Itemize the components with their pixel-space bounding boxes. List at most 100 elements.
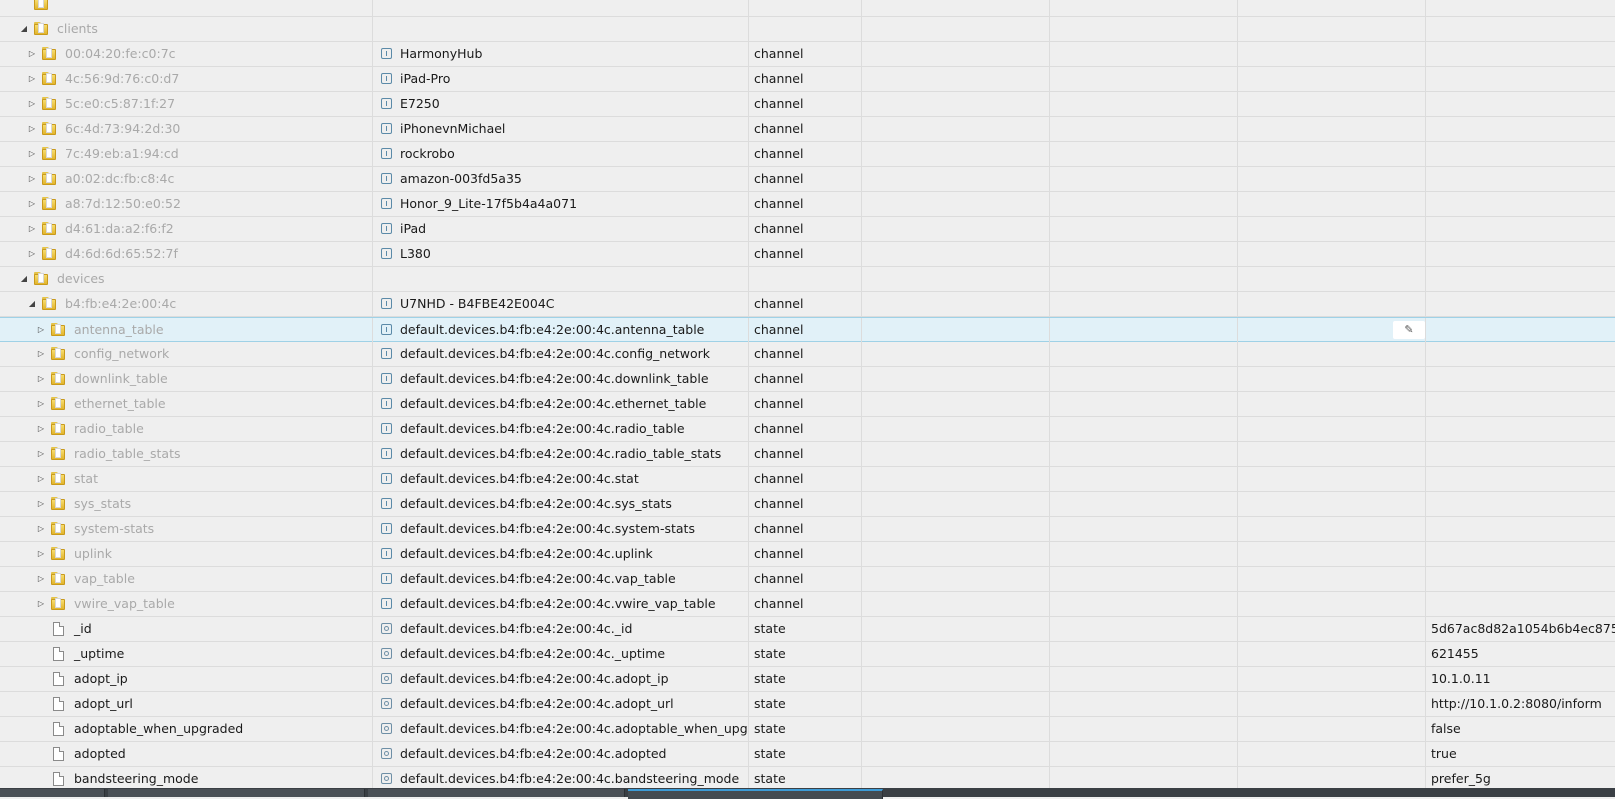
id-cell[interactable]: Honor_9_Lite-17f5b4a4a071	[373, 192, 749, 216]
table-row[interactable]: _id default.devices.b4:fb:e4:2e:00:4c._id…	[0, 617, 1615, 642]
table-row[interactable]: ▷ d4:6d:6d:65:52:7f L380 channel	[0, 242, 1615, 267]
value-cell[interactable]: true	[1426, 742, 1615, 766]
value-cell[interactable]	[1426, 442, 1615, 466]
name-cell[interactable]: ▷ vwire_vap_table	[0, 592, 373, 616]
name-cell[interactable]: ▷ ethernet_table	[0, 392, 373, 416]
value-cell[interactable]	[1426, 192, 1615, 216]
value-cell[interactable]	[1426, 117, 1615, 141]
table-row[interactable]: ▷ vwire_vap_table default.devices.b4:fb:e4…	[0, 592, 1615, 617]
name-cell[interactable]: ▷ stat	[0, 467, 373, 491]
value-cell[interactable]	[1426, 67, 1615, 91]
id-cell[interactable]	[373, 0, 749, 16]
name-cell[interactable]: ◢ b4:fb:e4:2e:00:4c	[0, 292, 373, 316]
value-cell[interactable]: 621455	[1426, 642, 1615, 666]
value-cell[interactable]	[1426, 92, 1615, 116]
table-row[interactable]: ◢ b4:fb:e4:2e:00:4c U7NHD - B4FBE42E004C ch…	[0, 292, 1615, 317]
name-cell[interactable]: adopt_url	[0, 692, 373, 716]
id-cell[interactable]: default.devices.b4:fb:e4:2e:00:4c.adopte…	[373, 742, 749, 766]
id-cell[interactable]: default.devices.b4:fb:e4:2e:00:4c._uptim…	[373, 642, 749, 666]
id-cell[interactable]: amazon-003fd5a35	[373, 167, 749, 191]
table-row[interactable]: ◢ clients	[0, 17, 1615, 42]
table-row[interactable]	[0, 0, 1615, 17]
table-row[interactable]: ▷ a0:02:dc:fb:c8:4c amazon-003fd5a35 channe…	[0, 167, 1615, 192]
name-cell[interactable]: ▷ 6c:4d:73:94:2d:30	[0, 117, 373, 141]
name-cell[interactable]	[0, 0, 373, 16]
expand-toggle-icon[interactable]: ▷	[35, 542, 47, 566]
name-cell[interactable]: ▷ 00:04:20:fe:c0:7c	[0, 42, 373, 66]
id-cell[interactable]: default.devices.b4:fb:e4:2e:00:4c.antenn…	[373, 318, 749, 342]
value-cell[interactable]	[1426, 417, 1615, 441]
value-cell[interactable]	[1426, 267, 1615, 291]
id-cell[interactable]: E7250	[373, 92, 749, 116]
value-cell[interactable]	[1426, 167, 1615, 191]
value-cell[interactable]: 10.1.0.11	[1426, 667, 1615, 691]
name-cell[interactable]: adopted	[0, 742, 373, 766]
id-cell[interactable]: default.devices.b4:fb:e4:2e:00:4c.radio_…	[373, 442, 749, 466]
table-row[interactable]: ▷ antenna_table default.devices.b4:fb:e4:2…	[0, 317, 1615, 342]
table-row[interactable]: ▷ config_network default.devices.b4:fb:e4:…	[0, 342, 1615, 367]
name-cell[interactable]: ▷ 4c:56:9d:76:c0:d7	[0, 67, 373, 91]
value-cell[interactable]: 5d67ac8d82a1054b6b4ec875	[1426, 617, 1615, 641]
bottom-tab[interactable]	[0, 789, 105, 797]
table-row[interactable]: ▷ ethernet_table default.devices.b4:fb:e4:…	[0, 392, 1615, 417]
expand-toggle-icon[interactable]: ▷	[35, 567, 47, 591]
value-cell[interactable]	[1426, 42, 1615, 66]
id-cell[interactable]: iPad	[373, 217, 749, 241]
value-cell[interactable]	[1426, 17, 1615, 41]
table-row[interactable]: ▷ 7c:49:eb:a1:94:cd rockrobo channel	[0, 142, 1615, 167]
expand-toggle-icon[interactable]: ▷	[35, 467, 47, 491]
value-cell[interactable]	[1426, 467, 1615, 491]
name-cell[interactable]: ▷ radio_table_stats	[0, 442, 373, 466]
value-cell[interactable]: false	[1426, 717, 1615, 741]
value-cell[interactable]	[1426, 367, 1615, 391]
expand-toggle-icon[interactable]: ▷	[26, 217, 38, 241]
table-row[interactable]: ▷ downlink_table default.devices.b4:fb:e4:…	[0, 367, 1615, 392]
name-cell[interactable]: adopt_ip	[0, 667, 373, 691]
table-row[interactable]: ▷ 4c:56:9d:76:c0:d7 iPad-Pro channel	[0, 67, 1615, 92]
bottom-tab[interactable]	[108, 789, 365, 797]
expand-toggle-icon[interactable]: ▷	[26, 67, 38, 91]
id-cell[interactable]: default.devices.b4:fb:e4:2e:00:4c.config…	[373, 342, 749, 366]
expand-toggle-icon[interactable]: ▷	[26, 142, 38, 166]
value-cell[interactable]	[1426, 217, 1615, 241]
name-cell[interactable]: ▷ radio_table	[0, 417, 373, 441]
id-cell[interactable]: rockrobo	[373, 142, 749, 166]
table-row[interactable]: ▷ vap_table default.devices.b4:fb:e4:2e:00…	[0, 567, 1615, 592]
expand-toggle-icon[interactable]: ▷	[35, 342, 47, 366]
name-cell[interactable]: ◢ devices	[0, 267, 373, 291]
table-row[interactable]: ▷ uplink default.devices.b4:fb:e4:2e:00:4c…	[0, 542, 1615, 567]
name-cell[interactable]: adoptable_when_upgraded	[0, 717, 373, 741]
table-row[interactable]: ▷ system-stats default.devices.b4:fb:e4:2e…	[0, 517, 1615, 542]
expand-toggle-icon[interactable]: ▷	[35, 492, 47, 516]
expand-toggle-icon[interactable]: ▷	[26, 242, 38, 266]
id-cell[interactable]: default.devices.b4:fb:e4:2e:00:4c.adopt_…	[373, 667, 749, 691]
id-cell[interactable]: default.devices.b4:fb:e4:2e:00:4c.vwire_…	[373, 592, 749, 616]
id-cell[interactable]	[373, 17, 749, 41]
value-cell[interactable]	[1426, 318, 1615, 342]
id-cell[interactable]: default.devices.b4:fb:e4:2e:00:4c.stat	[373, 467, 749, 491]
id-cell[interactable]: iPhonevnMichael	[373, 117, 749, 141]
name-cell[interactable]: _id	[0, 617, 373, 641]
name-cell[interactable]: ▷ a8:7d:12:50:e0:52	[0, 192, 373, 216]
expand-toggle-icon[interactable]: ▷	[35, 417, 47, 441]
name-cell[interactable]: ▷ downlink_table	[0, 367, 373, 391]
value-cell[interactable]	[1426, 517, 1615, 541]
collapse-toggle-icon[interactable]: ◢	[18, 17, 30, 41]
table-row[interactable]: ▷ stat default.devices.b4:fb:e4:2e:00:4c.s…	[0, 467, 1615, 492]
name-cell[interactable]: ▷ antenna_table	[0, 318, 373, 342]
name-cell[interactable]: ▷ config_network	[0, 342, 373, 366]
id-cell[interactable]: default.devices.b4:fb:e4:2e:00:4c.adopt_…	[373, 692, 749, 716]
value-cell[interactable]: http://10.1.0.2:8080/inform	[1426, 692, 1615, 716]
id-cell[interactable]: HarmonyHub	[373, 42, 749, 66]
id-cell[interactable]: iPad-Pro	[373, 67, 749, 91]
table-row[interactable]: ▷ sys_stats default.devices.b4:fb:e4:2e:00…	[0, 492, 1615, 517]
table-row[interactable]: ▷ 6c:4d:73:94:2d:30 iPhonevnMichael channel	[0, 117, 1615, 142]
value-cell[interactable]	[1426, 567, 1615, 591]
name-cell[interactable]: _uptime	[0, 642, 373, 666]
value-cell[interactable]	[1426, 142, 1615, 166]
collapse-toggle-icon[interactable]: ◢	[26, 292, 38, 316]
id-cell[interactable]: default.devices.b4:fb:e4:2e:00:4c.adopta…	[373, 717, 749, 741]
table-row[interactable]: ▷ 00:04:20:fe:c0:7c HarmonyHub channel	[0, 42, 1615, 67]
id-cell[interactable]: default.devices.b4:fb:e4:2e:00:4c.downli…	[373, 367, 749, 391]
expand-toggle-icon[interactable]: ▷	[26, 92, 38, 116]
